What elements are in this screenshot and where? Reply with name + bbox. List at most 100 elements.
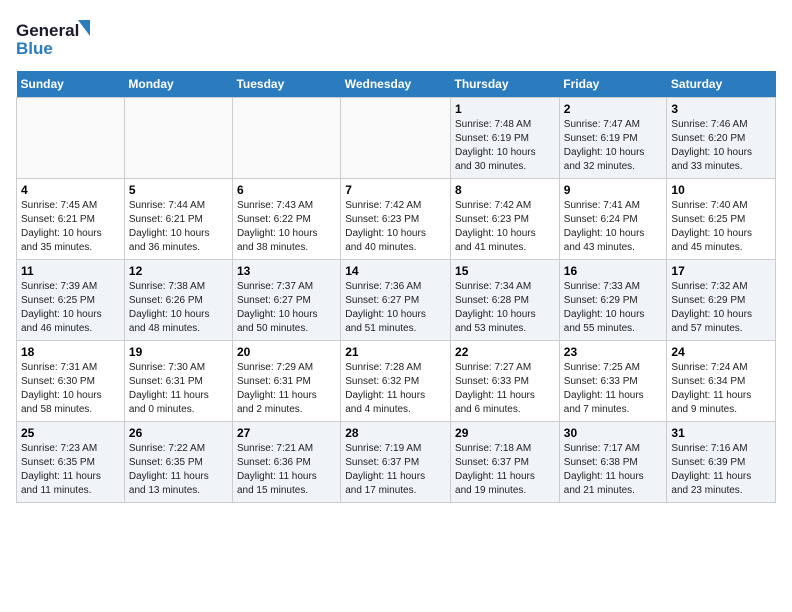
day-number: 29 [455,426,555,440]
calendar-cell [341,98,451,179]
day-number: 28 [345,426,446,440]
day-number: 6 [237,183,336,197]
day-number: 18 [21,345,120,359]
day-info: Sunrise: 7:39 AM Sunset: 6:25 PM Dayligh… [21,280,120,336]
day-number: 3 [671,102,771,116]
header-thursday: Thursday [451,71,560,98]
calendar-cell: 9 Sunrise: 7:41 AM Sunset: 6:24 PM Daylig… [559,179,667,260]
calendar-cell: 1 Sunrise: 7:48 AM Sunset: 6:19 PM Daylig… [451,98,560,179]
day-number: 5 [129,183,228,197]
day-info: Sunrise: 7:19 AM Sunset: 6:37 PM Dayligh… [345,442,446,498]
day-number: 2 [564,102,663,116]
day-number: 27 [237,426,336,440]
day-info: Sunrise: 7:21 AM Sunset: 6:36 PM Dayligh… [237,442,336,498]
day-info: Sunrise: 7:34 AM Sunset: 6:28 PM Dayligh… [455,280,555,336]
day-number: 30 [564,426,663,440]
calendar-cell: 17Sunrise: 7:32 AM Sunset: 6:29 PM Dayli… [667,260,776,341]
day-number: 7 [345,183,446,197]
calendar-cell [124,98,232,179]
day-info: Sunrise: 7:42 AM Sunset: 6:23 PM Dayligh… [345,199,446,255]
calendar-body: 1 Sunrise: 7:48 AM Sunset: 6:19 PM Daylig… [17,98,776,503]
day-number: 21 [345,345,446,359]
day-number: 24 [671,345,771,359]
header-saturday: Saturday [667,71,776,98]
calendar-cell: 14Sunrise: 7:36 AM Sunset: 6:27 PM Dayli… [341,260,451,341]
day-number: 4 [21,183,120,197]
day-number: 26 [129,426,228,440]
calendar-cell: 29Sunrise: 7:18 AM Sunset: 6:37 PM Dayli… [451,422,560,503]
day-number: 1 [455,102,555,116]
day-number: 8 [455,183,555,197]
day-info: Sunrise: 7:27 AM Sunset: 6:33 PM Dayligh… [455,361,555,417]
day-number: 10 [671,183,771,197]
day-number: 15 [455,264,555,278]
day-number: 31 [671,426,771,440]
day-info: Sunrise: 7:44 AM Sunset: 6:21 PM Dayligh… [129,199,228,255]
svg-text:Blue: Blue [16,39,53,58]
day-number: 25 [21,426,120,440]
week-row-4: 18Sunrise: 7:31 AM Sunset: 6:30 PM Dayli… [17,341,776,422]
calendar-cell: 15 Sunrise: 7:34 AM Sunset: 6:28 PM Dayli… [451,260,560,341]
day-number: 20 [237,345,336,359]
calendar-cell: 26 Sunrise: 7:22 AM Sunset: 6:35 PM Dayli… [124,422,232,503]
calendar-cell: 21Sunrise: 7:28 AM Sunset: 6:32 PM Dayli… [341,341,451,422]
week-row-1: 1 Sunrise: 7:48 AM Sunset: 6:19 PM Daylig… [17,98,776,179]
day-info: Sunrise: 7:43 AM Sunset: 6:22 PM Dayligh… [237,199,336,255]
day-number: 23 [564,345,663,359]
day-info: Sunrise: 7:25 AM Sunset: 6:33 PM Dayligh… [564,361,663,417]
day-info: Sunrise: 7:30 AM Sunset: 6:31 PM Dayligh… [129,361,228,417]
calendar-cell: 28 Sunrise: 7:19 AM Sunset: 6:37 PM Dayli… [341,422,451,503]
calendar-cell [17,98,125,179]
header: GeneralBlue [16,16,776,61]
day-number: 13 [237,264,336,278]
day-info: Sunrise: 7:45 AM Sunset: 6:21 PM Dayligh… [21,199,120,255]
calendar-cell: 31 Sunrise: 7:16 AM Sunset: 6:39 PM Dayli… [667,422,776,503]
calendar-cell: 10 Sunrise: 7:40 AM Sunset: 6:25 PM Dayli… [667,179,776,260]
calendar-cell: 5 Sunrise: 7:44 AM Sunset: 6:21 PM Daylig… [124,179,232,260]
header-sunday: Sunday [17,71,125,98]
calendar-cell: 2 Sunrise: 7:47 AM Sunset: 6:19 PM Daylig… [559,98,667,179]
day-info: Sunrise: 7:24 AM Sunset: 6:34 PM Dayligh… [671,361,771,417]
day-info: Sunrise: 7:47 AM Sunset: 6:19 PM Dayligh… [564,118,663,174]
day-info: Sunrise: 7:33 AM Sunset: 6:29 PM Dayligh… [564,280,663,336]
day-number: 12 [129,264,228,278]
calendar-cell: 24 Sunrise: 7:24 AM Sunset: 6:34 PM Dayli… [667,341,776,422]
calendar-cell: 16 Sunrise: 7:33 AM Sunset: 6:29 PM Dayli… [559,260,667,341]
day-info: Sunrise: 7:48 AM Sunset: 6:19 PM Dayligh… [455,118,555,174]
calendar-cell: 4 Sunrise: 7:45 AM Sunset: 6:21 PM Daylig… [17,179,125,260]
day-info: Sunrise: 7:16 AM Sunset: 6:39 PM Dayligh… [671,442,771,498]
day-number: 22 [455,345,555,359]
calendar-cell: 20 Sunrise: 7:29 AM Sunset: 6:31 PM Dayli… [232,341,340,422]
day-info: Sunrise: 7:17 AM Sunset: 6:38 PM Dayligh… [564,442,663,498]
calendar-cell [232,98,340,179]
header-wednesday: Wednesday [341,71,451,98]
calendar-table: SundayMondayTuesdayWednesdayThursdayFrid… [16,71,776,503]
day-info: Sunrise: 7:38 AM Sunset: 6:26 PM Dayligh… [129,280,228,336]
day-info: Sunrise: 7:29 AM Sunset: 6:31 PM Dayligh… [237,361,336,417]
day-number: 17 [671,264,771,278]
day-number: 9 [564,183,663,197]
calendar-cell: 22 Sunrise: 7:27 AM Sunset: 6:33 PM Dayli… [451,341,560,422]
header-row: SundayMondayTuesdayWednesdayThursdayFrid… [17,71,776,98]
day-info: Sunrise: 7:22 AM Sunset: 6:35 PM Dayligh… [129,442,228,498]
header-monday: Monday [124,71,232,98]
calendar-cell: 27 Sunrise: 7:21 AM Sunset: 6:36 PM Dayli… [232,422,340,503]
calendar-cell: 19Sunrise: 7:30 AM Sunset: 6:31 PM Dayli… [124,341,232,422]
calendar-cell: 6 Sunrise: 7:43 AM Sunset: 6:22 PM Daylig… [232,179,340,260]
calendar-cell: 11Sunrise: 7:39 AM Sunset: 6:25 PM Dayli… [17,260,125,341]
svg-text:General: General [16,21,79,40]
calendar-cell: 18Sunrise: 7:31 AM Sunset: 6:30 PM Dayli… [17,341,125,422]
day-info: Sunrise: 7:46 AM Sunset: 6:20 PM Dayligh… [671,118,771,174]
calendar-cell: 13 Sunrise: 7:37 AM Sunset: 6:27 PM Dayli… [232,260,340,341]
header-tuesday: Tuesday [232,71,340,98]
calendar-cell: 23 Sunrise: 7:25 AM Sunset: 6:33 PM Dayli… [559,341,667,422]
day-info: Sunrise: 7:41 AM Sunset: 6:24 PM Dayligh… [564,199,663,255]
day-info: Sunrise: 7:40 AM Sunset: 6:25 PM Dayligh… [671,199,771,255]
logo-svg: GeneralBlue [16,16,96,61]
day-number: 14 [345,264,446,278]
day-number: 16 [564,264,663,278]
calendar-cell: 25Sunrise: 7:23 AM Sunset: 6:35 PM Dayli… [17,422,125,503]
calendar-cell: 8Sunrise: 7:42 AM Sunset: 6:23 PM Daylig… [451,179,560,260]
day-info: Sunrise: 7:37 AM Sunset: 6:27 PM Dayligh… [237,280,336,336]
calendar-cell: 7 Sunrise: 7:42 AM Sunset: 6:23 PM Daylig… [341,179,451,260]
